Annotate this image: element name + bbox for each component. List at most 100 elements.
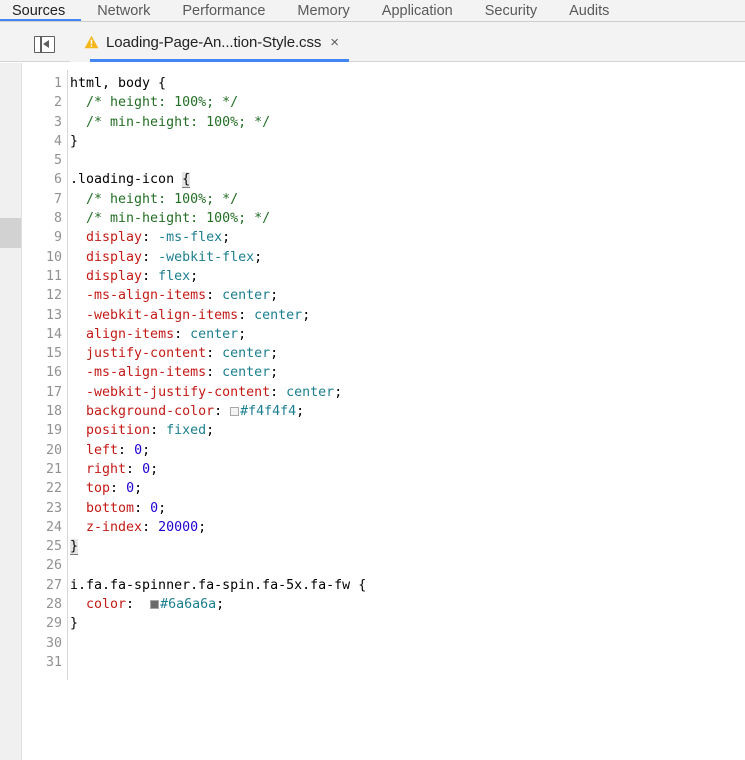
token-prop: background-color [86, 404, 214, 419]
code-line[interactable]: 14 align-items: center; [22, 325, 745, 344]
code-line[interactable]: 7 /* height: 100%; */ [22, 190, 745, 209]
token-plain: } [70, 134, 78, 149]
show-navigator-icon[interactable] [34, 36, 55, 53]
color-swatch[interactable] [150, 600, 159, 609]
token-comment: /* min-height: 100%; */ [86, 211, 270, 226]
line-number: 21 [22, 460, 62, 479]
token-plain [70, 597, 86, 612]
token-prop: display [86, 230, 142, 245]
line-number: 12 [22, 286, 62, 305]
code-line[interactable]: 21 right: 0; [22, 460, 745, 479]
token-prop: display [86, 269, 142, 284]
code-line[interactable]: 27 i.fa.fa-spinner.fa-spin.fa-5x.fa-fw { [22, 576, 745, 595]
code-line[interactable]: 6.loading-icon { [22, 170, 745, 189]
token-plain: i.fa.fa-spinner.fa-spin.fa-5x.fa-fw { [70, 578, 366, 593]
line-number: 27 [22, 576, 62, 595]
line-number: 22 [22, 479, 62, 498]
token-punct: : [206, 365, 222, 380]
token-prop: top [86, 481, 110, 496]
code-line[interactable]: 20 left: 0; [22, 441, 745, 460]
line-content: color: #6a6a6a; [70, 595, 224, 614]
token-plain: html, body { [70, 76, 166, 91]
code-line[interactable]: 25} [22, 537, 745, 556]
code-line[interactable]: 9 display: -ms-flex; [22, 228, 745, 247]
code-line[interactable]: 30 [22, 634, 745, 653]
panel-tab-memory[interactable]: Memory [281, 0, 365, 22]
token-punct: : [174, 327, 190, 342]
token-plain [70, 501, 86, 516]
code-line[interactable]: 24 z-index: 20000; [22, 518, 745, 537]
panel-tab-network[interactable]: Network [81, 0, 166, 22]
code-line[interactable]: 13 -webkit-align-items: center; [22, 306, 745, 325]
line-number: 1 [22, 74, 62, 93]
token-punct: : [206, 288, 222, 303]
code-line[interactable]: 23 bottom: 0; [22, 499, 745, 518]
code-line[interactable]: 2 /* height: 100%; */ [22, 93, 745, 112]
close-icon[interactable]: × [330, 35, 339, 50]
token-plain [70, 423, 86, 438]
panel-tab-sources[interactable]: Sources [0, 0, 81, 22]
token-punct: : [142, 250, 158, 265]
code-line[interactable]: 19 position: fixed; [22, 421, 745, 440]
token-punct: ; [270, 346, 278, 361]
line-number: 28 [22, 595, 62, 614]
code-line[interactable]: 8 /* min-height: 100%; */ [22, 209, 745, 228]
token-plain [70, 115, 86, 130]
token-plain [70, 385, 86, 400]
panel-tab-security[interactable]: Security [469, 0, 553, 22]
token-prop: position [86, 423, 150, 438]
code-line[interactable]: 4} [22, 132, 745, 151]
panel-tab-audits[interactable]: Audits [553, 0, 625, 22]
code-line[interactable]: 11 display: flex; [22, 267, 745, 286]
scrollbar-thumb[interactable] [0, 218, 21, 248]
token-plain [70, 269, 86, 284]
token-punct: : [126, 597, 150, 612]
panel-tab-performance[interactable]: Performance [166, 0, 281, 22]
code-line[interactable]: 29} [22, 614, 745, 633]
token-plain [70, 404, 86, 419]
code-line[interactable]: 22 top: 0; [22, 479, 745, 498]
token-plain [70, 462, 86, 477]
code-editor[interactable]: 1 html, body { 2 /* height: 100%; */3 /* m… [22, 63, 745, 760]
token-number: 0 [134, 443, 142, 458]
code-line[interactable]: 16 -ms-align-items: center; [22, 363, 745, 382]
token-punct: ; [198, 520, 206, 535]
devtools-window: SourcesNetworkPerformanceMemoryApplicati… [0, 0, 745, 760]
code-line[interactable]: 18 background-color: #f4f4f4; [22, 402, 745, 421]
panel-tab-application[interactable]: Application [366, 0, 469, 22]
code-line[interactable]: 26 [22, 556, 745, 575]
code-line[interactable]: 31 [22, 653, 745, 672]
token-punct: : [150, 423, 166, 438]
token-prop: -ms-align-items [86, 288, 206, 303]
code-line[interactable]: 10 display: -webkit-flex; [22, 248, 745, 267]
code-line[interactable]: 3 /* min-height: 100%; */ [22, 113, 745, 132]
code-line[interactable]: 5 [22, 151, 745, 170]
line-number: 29 [22, 614, 62, 633]
code-line[interactable]: 17 -webkit-justify-content: center; [22, 383, 745, 402]
color-swatch[interactable] [230, 407, 239, 416]
line-content: display: -webkit-flex; [70, 248, 262, 267]
line-number: 6 [22, 170, 62, 189]
token-prop: justify-content [86, 346, 206, 361]
file-tab-loading-page-animation-style-css[interactable]: Loading-Page-An...tion-Style.css × [70, 22, 349, 62]
line-content: /* min-height: 100%; */ [70, 209, 270, 228]
line-content: -webkit-justify-content: center; [70, 383, 342, 402]
code-line[interactable]: 1 html, body { [22, 74, 745, 93]
token-prop: left [86, 443, 118, 458]
token-punct: : [110, 481, 126, 496]
token-plain [70, 481, 86, 496]
token-punct: ; [150, 462, 158, 477]
token-plain [70, 327, 86, 342]
code-line[interactable]: 15 justify-content: center; [22, 344, 745, 363]
token-plain [70, 288, 86, 303]
panel-tabbar: SourcesNetworkPerformanceMemoryApplicati… [0, 0, 745, 22]
token-prop: right [86, 462, 126, 477]
code-line[interactable]: 12 -ms-align-items: center; [22, 286, 745, 305]
token-number: 0 [142, 462, 150, 477]
token-punct: ; [158, 501, 166, 516]
line-content: z-index: 20000; [70, 518, 206, 537]
token-value: -ms-flex [158, 230, 222, 245]
line-content: /* min-height: 100%; */ [70, 113, 270, 132]
code-line[interactable]: 28 color: #6a6a6a; [22, 595, 745, 614]
line-number: 15 [22, 344, 62, 363]
